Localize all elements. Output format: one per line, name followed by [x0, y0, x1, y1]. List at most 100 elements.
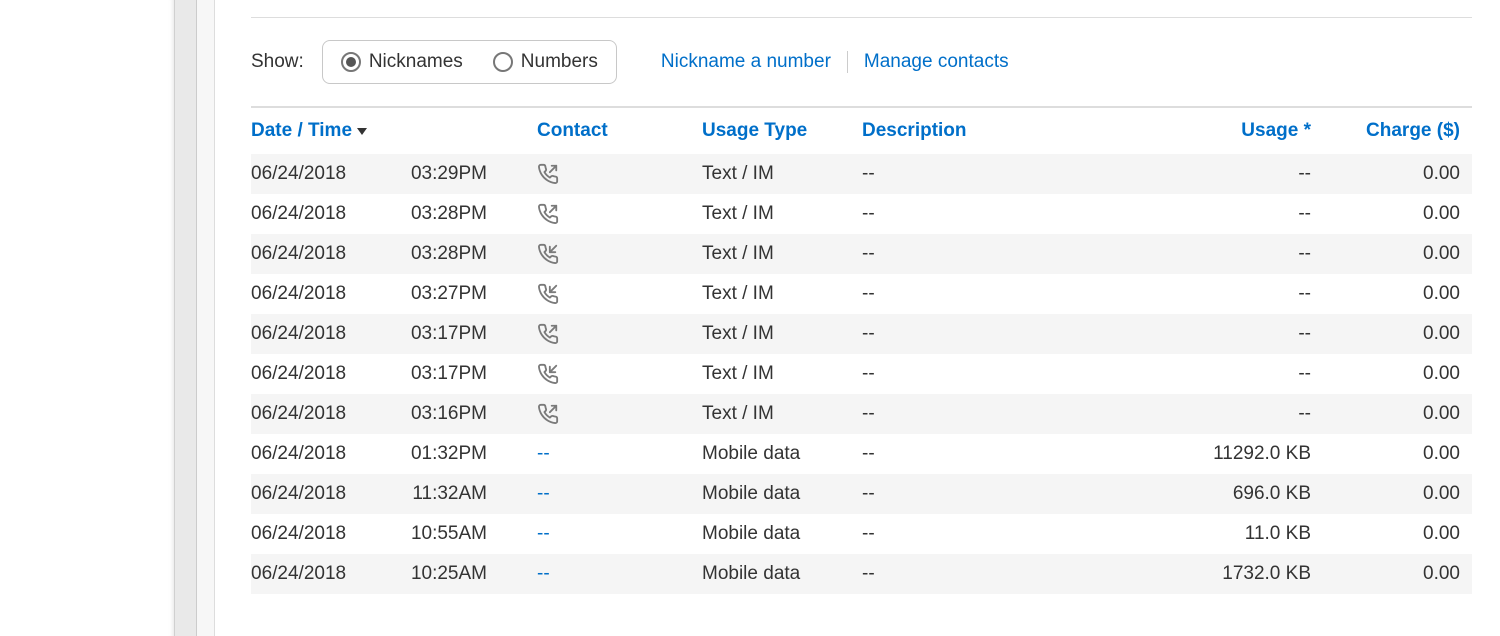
- cell-contact: [497, 163, 702, 185]
- cell-charge: 0.00: [1317, 203, 1472, 225]
- header-charge[interactable]: Charge ($): [1366, 120, 1460, 141]
- incoming-call-icon[interactable]: [537, 243, 559, 265]
- cell-contact: [497, 203, 702, 225]
- action-links: Nickname a number Manage contacts: [645, 51, 1025, 73]
- cell-usage-type: Text / IM: [702, 163, 862, 185]
- cell-time: 03:28PM: [379, 243, 497, 265]
- radio-numbers[interactable]: Numbers: [493, 51, 598, 73]
- cell-usage: 11.0 KB: [1122, 523, 1317, 545]
- header-description[interactable]: Description: [862, 120, 967, 141]
- cell-time: 10:55AM: [379, 523, 497, 545]
- show-radio-group: Nicknames Numbers: [322, 40, 617, 84]
- header-usage-type[interactable]: Usage Type: [702, 120, 807, 141]
- cell-time: 01:32PM: [379, 443, 497, 465]
- cell-charge: 0.00: [1317, 163, 1472, 185]
- outgoing-call-icon[interactable]: [537, 203, 559, 225]
- cell-contact: [497, 283, 702, 305]
- cell-date: 06/24/2018: [251, 323, 379, 345]
- cell-contact: --: [497, 563, 702, 585]
- cell-usage-type: Text / IM: [702, 403, 862, 425]
- table-row: 06/24/201801:32PM--Mobile data--11292.0 …: [251, 434, 1472, 474]
- cell-charge: 0.00: [1317, 443, 1472, 465]
- cell-date: 06/24/2018: [251, 283, 379, 305]
- table-row: 06/24/201810:55AM--Mobile data--11.0 KB0…: [251, 514, 1472, 554]
- manage-contacts-link[interactable]: Manage contacts: [848, 51, 1025, 73]
- cell-charge: 0.00: [1317, 523, 1472, 545]
- table-row: 06/24/201811:32AM--Mobile data--696.0 KB…: [251, 474, 1472, 514]
- table-row: 06/24/201803:27PMText / IM----0.00: [251, 274, 1472, 314]
- cell-contact: [497, 363, 702, 385]
- nickname-number-link[interactable]: Nickname a number: [645, 51, 847, 73]
- cell-date: 06/24/2018: [251, 523, 379, 545]
- table-row: 06/24/201803:16PMText / IM----0.00: [251, 394, 1472, 434]
- table-row: 06/24/201810:25AM--Mobile data--1732.0 K…: [251, 554, 1472, 594]
- cell-description: --: [862, 363, 1122, 385]
- contact-dash-link[interactable]: --: [537, 563, 550, 585]
- incoming-call-icon[interactable]: [537, 363, 559, 385]
- left-gutter: [0, 0, 175, 636]
- cell-usage: --: [1122, 403, 1317, 425]
- cell-charge: 0.00: [1317, 283, 1472, 305]
- table-row: 06/24/201803:28PMText / IM----0.00: [251, 194, 1472, 234]
- cell-usage: --: [1122, 163, 1317, 185]
- cell-time: 03:28PM: [379, 203, 497, 225]
- outgoing-call-icon[interactable]: [537, 403, 559, 425]
- header-contact[interactable]: Contact: [537, 120, 608, 141]
- top-divider: [251, 0, 1472, 18]
- radio-nicknames-label: Nicknames: [369, 51, 463, 73]
- content-area: Show: Nicknames Numbers Nickname a numbe…: [215, 0, 1500, 636]
- contact-dash-link[interactable]: --: [537, 443, 550, 465]
- cell-date: 06/24/2018: [251, 243, 379, 265]
- cell-contact: [497, 323, 702, 345]
- contact-dash-link[interactable]: --: [537, 523, 550, 545]
- cell-usage: --: [1122, 203, 1317, 225]
- filter-controls: Show: Nicknames Numbers Nickname a numbe…: [251, 18, 1472, 106]
- cell-description: --: [862, 483, 1122, 505]
- header-date-time[interactable]: Date / Time: [251, 120, 352, 142]
- sort-desc-icon: [356, 126, 368, 136]
- cell-description: --: [862, 563, 1122, 585]
- cell-charge: 0.00: [1317, 363, 1472, 385]
- radio-dot-icon: [493, 52, 513, 72]
- cell-usage: 696.0 KB: [1122, 483, 1317, 505]
- cell-usage-type: Text / IM: [702, 203, 862, 225]
- usage-table: Date / Time Contact Usage Type Descripti…: [251, 106, 1472, 594]
- cell-usage-type: Text / IM: [702, 323, 862, 345]
- cell-usage: --: [1122, 363, 1317, 385]
- cell-description: --: [862, 323, 1122, 345]
- cell-usage-type: Mobile data: [702, 443, 862, 465]
- table-row: 06/24/201803:29PMText / IM----0.00: [251, 154, 1472, 194]
- chrome-strip: [175, 0, 197, 636]
- table-row: 06/24/201803:17PMText / IM----0.00: [251, 354, 1472, 394]
- radio-dot-icon: [341, 52, 361, 72]
- cell-date: 06/24/2018: [251, 563, 379, 585]
- cell-date: 06/24/2018: [251, 483, 379, 505]
- cell-description: --: [862, 243, 1122, 265]
- cell-time: 03:17PM: [379, 363, 497, 385]
- cell-contact: --: [497, 483, 702, 505]
- cell-time: 10:25AM: [379, 563, 497, 585]
- cell-usage-type: Text / IM: [702, 243, 862, 265]
- outgoing-call-icon[interactable]: [537, 323, 559, 345]
- table-row: 06/24/201803:28PMText / IM----0.00: [251, 234, 1472, 274]
- cell-charge: 0.00: [1317, 483, 1472, 505]
- cell-description: --: [862, 443, 1122, 465]
- cell-usage-type: Mobile data: [702, 483, 862, 505]
- cell-description: --: [862, 283, 1122, 305]
- cell-usage-type: Mobile data: [702, 523, 862, 545]
- cell-usage-type: Text / IM: [702, 363, 862, 385]
- cell-usage: --: [1122, 243, 1317, 265]
- scrollbar-track[interactable]: [197, 0, 215, 636]
- incoming-call-icon[interactable]: [537, 283, 559, 305]
- cell-contact: [497, 403, 702, 425]
- cell-time: 03:16PM: [379, 403, 497, 425]
- cell-date: 06/24/2018: [251, 403, 379, 425]
- show-label: Show:: [251, 51, 304, 73]
- contact-dash-link[interactable]: --: [537, 483, 550, 505]
- outgoing-call-icon[interactable]: [537, 163, 559, 185]
- cell-contact: [497, 243, 702, 265]
- cell-date: 06/24/2018: [251, 163, 379, 185]
- cell-date: 06/24/2018: [251, 443, 379, 465]
- radio-nicknames[interactable]: Nicknames: [341, 51, 463, 73]
- header-usage-star[interactable]: Usage *: [1241, 120, 1311, 141]
